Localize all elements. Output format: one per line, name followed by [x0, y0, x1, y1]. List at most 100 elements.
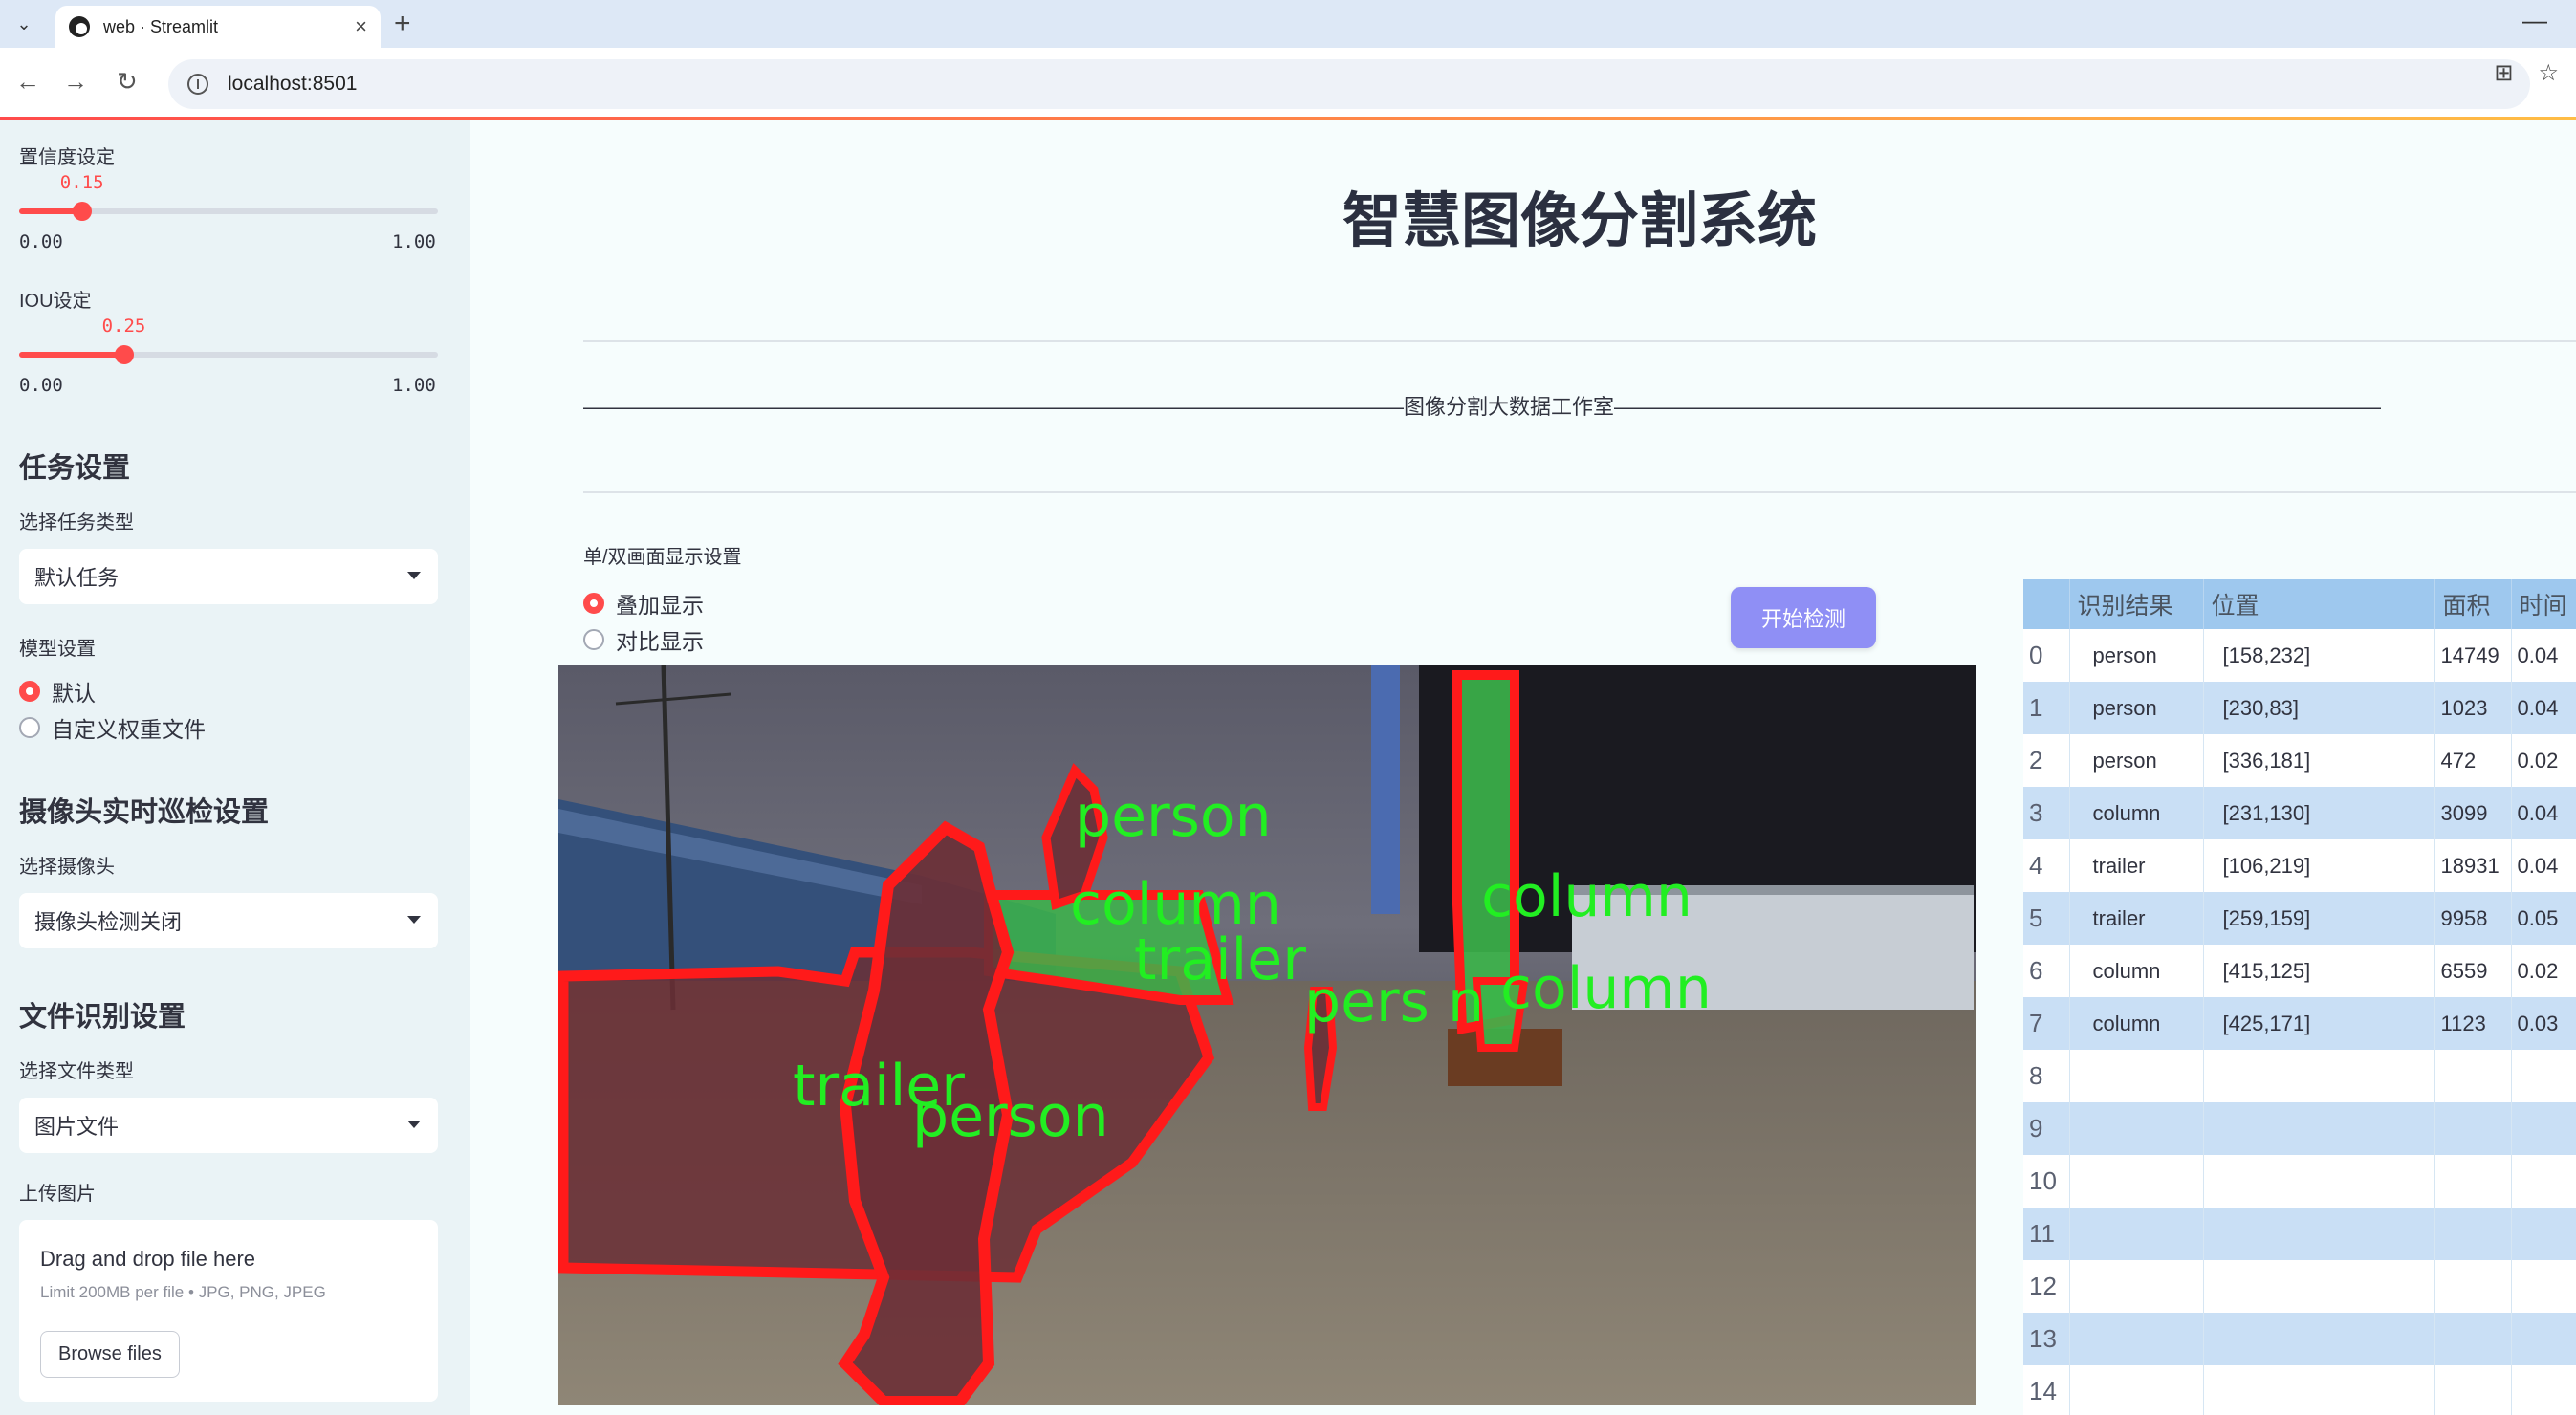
- label-person-1: person: [1075, 783, 1272, 850]
- table-row[interactable]: 8: [2023, 1050, 2576, 1102]
- col-header-time[interactable]: 时间: [2511, 579, 2576, 629]
- row-area: 1023: [2434, 682, 2512, 734]
- dropzone-title: Drag and drop file here: [40, 1247, 256, 1271]
- row-time: 0.03: [2511, 997, 2576, 1050]
- row-index: 7: [2023, 997, 2070, 1050]
- row-position: [2203, 1365, 2435, 1415]
- table-row[interactable]: 2 person [336,181] 472 0.02: [2023, 734, 2576, 787]
- row-class: column: [2069, 787, 2204, 839]
- browse-files-button[interactable]: Browse files: [40, 1331, 180, 1378]
- row-position: [2203, 1260, 2435, 1313]
- model-option-default[interactable]: 默认: [19, 675, 96, 708]
- studio-banner: ———————————————————————————————————————图…: [583, 395, 2381, 419]
- table-row[interactable]: 1 person [230,83] 1023 0.04: [2023, 682, 2576, 734]
- task-settings-heading: 任务设置: [19, 453, 131, 484]
- col-header-area[interactable]: 面积: [2434, 579, 2512, 629]
- label-column-3: column: [1500, 955, 1712, 1022]
- row-class: [2069, 1155, 2204, 1208]
- row-class: column: [2069, 997, 2204, 1050]
- display-option-overlay[interactable]: 叠加显示: [583, 587, 704, 620]
- iou-slider-fill: [19, 352, 124, 358]
- row-class: person: [2069, 734, 2204, 787]
- file-dropzone[interactable]: Drag and drop file here Limit 200MB per …: [19, 1220, 438, 1402]
- label-person-3: pers n: [1304, 969, 1484, 1035]
- results-table-body: 0 person [158,232] 14749 0.04 1 person [230,83…: [2023, 629, 2576, 1415]
- radio-unselected-icon[interactable]: [583, 629, 604, 650]
- row-time: 0.04: [2511, 839, 2576, 892]
- table-row[interactable]: 7 column [425,171] 1123 0.03: [2023, 997, 2576, 1050]
- table-row[interactable]: 12: [2023, 1260, 2576, 1313]
- file-settings-heading: 文件识别设置: [19, 1002, 186, 1033]
- display-mode-label: 单/双画面显示设置: [583, 547, 742, 568]
- iou-slider[interactable]: 0.25: [19, 316, 438, 364]
- row-class: [2069, 1365, 2204, 1415]
- translate-icon[interactable]: ⊞: [2494, 59, 2513, 87]
- browser-tab[interactable]: web · Streamlit ×: [55, 6, 381, 48]
- minimize-icon[interactable]: —: [2522, 6, 2547, 35]
- iou-max: 1.00: [392, 375, 436, 396]
- radio-selected-icon[interactable]: [583, 593, 604, 614]
- table-row[interactable]: 9: [2023, 1102, 2576, 1155]
- close-tab-icon[interactable]: ×: [355, 14, 367, 39]
- col-header-index[interactable]: [2023, 579, 2070, 629]
- table-row[interactable]: 11: [2023, 1208, 2576, 1260]
- model-option-custom[interactable]: 自定义权重文件: [19, 711, 206, 744]
- row-area: 18931: [2434, 839, 2512, 892]
- streamlit-favicon-icon: [69, 16, 90, 37]
- table-row[interactable]: 5 trailer [259,159] 9958 0.05: [2023, 892, 2576, 945]
- back-icon[interactable]: ←: [15, 67, 40, 97]
- confidence-slider[interactable]: 0.15: [19, 172, 438, 221]
- reload-icon[interactable]: ↻: [117, 67, 138, 97]
- row-area: [2434, 1365, 2512, 1415]
- row-index: 8: [2023, 1050, 2070, 1102]
- col-header-class[interactable]: 识别结果: [2069, 579, 2204, 629]
- row-class: [2069, 1260, 2204, 1313]
- camera-select[interactable]: 摄像头检测关闭: [19, 893, 438, 948]
- table-row[interactable]: 13: [2023, 1313, 2576, 1365]
- table-row[interactable]: 0 person [158,232] 14749 0.04: [2023, 629, 2576, 682]
- task-type-label: 选择任务类型: [19, 512, 134, 533]
- upload-label: 上传图片: [19, 1184, 96, 1205]
- iou-value: 0.25: [101, 316, 146, 337]
- table-row[interactable]: 3 column [231,130] 3099 0.04: [2023, 787, 2576, 839]
- confidence-slider-thumb[interactable]: [72, 202, 92, 221]
- label-person-2: person: [912, 1083, 1109, 1150]
- iou-slider-thumb[interactable]: [114, 345, 134, 364]
- new-tab-icon[interactable]: +: [394, 8, 411, 40]
- forward-icon[interactable]: →: [63, 67, 88, 97]
- row-position: [158,232]: [2203, 629, 2435, 682]
- row-class: [2069, 1050, 2204, 1102]
- row-position: [230,83]: [2203, 682, 2435, 734]
- row-class: column: [2069, 945, 2204, 997]
- col-header-position[interactable]: 位置: [2203, 579, 2435, 629]
- file-type-select[interactable]: 图片文件: [19, 1098, 438, 1153]
- row-class: person: [2069, 682, 2204, 734]
- row-time: [2511, 1102, 2576, 1155]
- tab-search-icon[interactable]: ⌄: [8, 10, 40, 38]
- confidence-label: 置信度设定: [19, 147, 115, 168]
- row-area: 3099: [2434, 787, 2512, 839]
- main-content: 智慧图像分割系统 ———————————————————————————————…: [470, 120, 2576, 1415]
- table-row[interactable]: 6 column [415,125] 6559 0.02: [2023, 945, 2576, 997]
- bookmark-star-icon[interactable]: ☆: [2538, 59, 2559, 87]
- row-class: person: [2069, 629, 2204, 682]
- row-time: 0.04: [2511, 682, 2576, 734]
- row-index: 6: [2023, 945, 2070, 997]
- table-row[interactable]: 14: [2023, 1365, 2576, 1415]
- camera-settings-heading: 摄像头实时巡检设置: [19, 797, 270, 828]
- url-text[interactable]: localhost:8501: [228, 73, 357, 96]
- radio-selected-icon[interactable]: [19, 681, 40, 702]
- address-bar[interactable]: localhost:8501: [168, 59, 2530, 109]
- task-type-select[interactable]: 默认任务: [19, 549, 438, 604]
- site-info-icon[interactable]: [187, 74, 208, 95]
- row-position: [259,159]: [2203, 892, 2435, 945]
- model-settings-label: 模型设置: [19, 639, 96, 660]
- row-position: [2203, 1050, 2435, 1102]
- display-option-compare[interactable]: 对比显示: [583, 623, 704, 656]
- row-time: 0.02: [2511, 734, 2576, 787]
- table-row[interactable]: 4 trailer [106,219] 18931 0.04: [2023, 839, 2576, 892]
- start-detection-button[interactable]: 开始检测: [1731, 587, 1876, 648]
- radio-unselected-icon[interactable]: [19, 717, 40, 738]
- row-index: 1: [2023, 682, 2070, 734]
- table-row[interactable]: 10: [2023, 1155, 2576, 1208]
